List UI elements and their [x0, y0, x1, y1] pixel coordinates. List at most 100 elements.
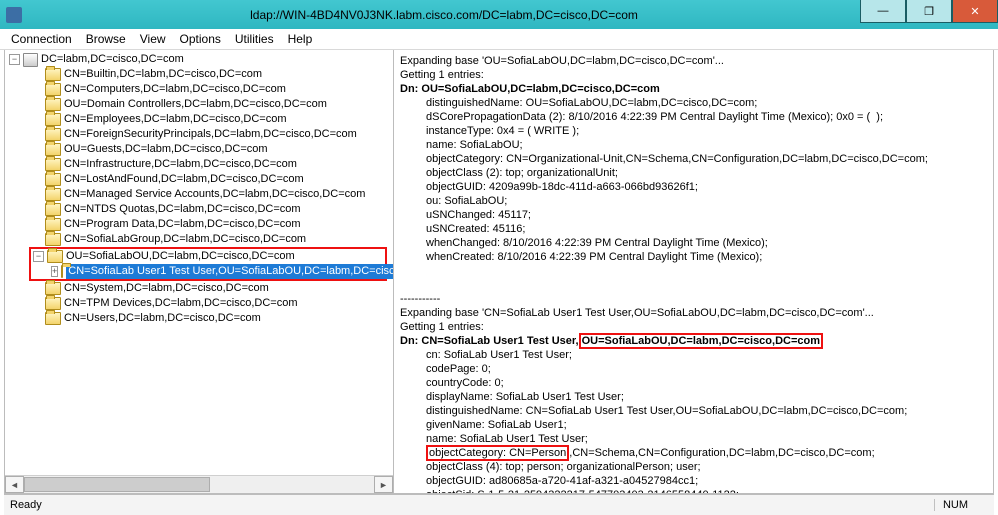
expand-icon[interactable]: + [51, 266, 58, 277]
tree-item[interactable]: CN=Employees,DC=labm,DC=cisco,DC=com [7, 112, 393, 127]
status-text: Ready [10, 499, 42, 511]
menu-options[interactable]: Options [173, 30, 228, 48]
attr-line: codePage: 0; [426, 362, 987, 376]
tree-label: CN=Employees,DC=labm,DC=cisco,DC=com [64, 112, 287, 127]
attr-line: objectClass (2): top; organizationalUnit… [426, 166, 987, 180]
folder-icon [45, 297, 61, 310]
attr-line: cn: SofiaLab User1 Test User; [426, 348, 987, 362]
attr-line: objectSid: S-1-5-21-2594322217-547703403… [426, 488, 987, 493]
tree-label: CN=NTDS Quotas,DC=labm,DC=cisco,DC=com [64, 202, 301, 217]
folder-icon [45, 83, 61, 96]
scroll-left-icon[interactable]: ◄ [5, 476, 24, 493]
tree-item[interactable]: CN=Builtin,DC=labm,DC=cisco,DC=com [7, 67, 393, 82]
tree-label: OU=SofiaLabOU,DC=labm,DC=cisco,DC=com [66, 249, 295, 264]
attr-line: name: SofiaLabOU; [426, 138, 987, 152]
objectcategory-highlight: objectCategory: CN=Person [426, 445, 569, 461]
tree-label: OU=Guests,DC=labm,DC=cisco,DC=com [64, 142, 268, 157]
statusbar: Ready NUM [4, 494, 994, 515]
details-pane[interactable]: Expanding base 'OU=SofiaLabOU,DC=labm,DC… [394, 50, 993, 493]
menu-utilities[interactable]: Utilities [228, 30, 281, 48]
attr-line: instanceType: 0x4 = ( WRITE ); [426, 124, 987, 138]
attr-line: countryCode: 0; [426, 376, 987, 390]
folder-icon [45, 203, 61, 216]
attr-line: objectCategory: CN=Organizational-Unit,C… [426, 152, 987, 166]
expand-line: Expanding base 'CN=SofiaLab User1 Test U… [400, 307, 874, 319]
menubar: Connection Browse View Options Utilities… [0, 29, 998, 50]
attr-line: objectClass (4): top; person; organizati… [426, 460, 987, 474]
attr-line: givenName: SofiaLab User1; [426, 418, 987, 432]
tree-item[interactable]: OU=Domain Controllers,DC=labm,DC=cisco,D… [7, 97, 393, 112]
tree-highlight-box: − OU=SofiaLabOU,DC=labm,DC=cisco,DC=com … [29, 247, 387, 281]
app-icon [6, 7, 22, 23]
attr-line: distinguishedName: CN=SofiaLab User1 Tes… [426, 404, 987, 418]
tree-item[interactable]: CN=Managed Service Accounts,DC=labm,DC=c… [7, 187, 393, 202]
folder-icon [45, 173, 61, 186]
attr-line: dSCorePropagationData (2): 8/10/2016 4:2… [426, 110, 987, 124]
scroll-track[interactable] [24, 477, 374, 492]
tree-label: CN=Users,DC=labm,DC=cisco,DC=com [64, 311, 261, 326]
tree-label: CN=Managed Service Accounts,DC=labm,DC=c… [64, 187, 365, 202]
folder-icon [45, 158, 61, 171]
attr-line: displayName: SofiaLab User1 Test User; [426, 390, 987, 404]
separator: ----------- [400, 293, 440, 305]
folder-icon [61, 265, 63, 278]
attr-line: ou: SofiaLabOU; [426, 194, 987, 208]
folder-icon [45, 188, 61, 201]
folder-icon [47, 250, 63, 263]
menu-view[interactable]: View [133, 30, 173, 48]
tree-root[interactable]: − DC=labm,DC=cisco,DC=com [7, 52, 393, 67]
attr-line: whenChanged: 8/10/2016 4:22:39 PM Centra… [426, 236, 987, 250]
minimize-button[interactable]: — [860, 0, 906, 23]
attr-line: objectGUID: ad80685a-a720-41af-a321-a045… [426, 474, 987, 488]
folder-icon [45, 98, 61, 111]
tree-label: CN=SofiaLab User1 Test User,OU=SofiaLabO… [66, 264, 393, 279]
tree-label: CN=Infrastructure,DC=labm,DC=cisco,DC=co… [64, 157, 297, 172]
tree-label: CN=ForeignSecurityPrincipals,DC=labm,DC=… [64, 127, 357, 142]
menu-help[interactable]: Help [281, 30, 320, 48]
tree-item[interactable]: OU=Guests,DC=labm,DC=cisco,DC=com [7, 142, 393, 157]
tree-item[interactable]: CN=NTDS Quotas,DC=labm,DC=cisco,DC=com [7, 202, 393, 217]
tree-label: OU=Domain Controllers,DC=labm,DC=cisco,D… [64, 97, 327, 112]
tree-item[interactable]: CN=SofiaLabGroup,DC=labm,DC=cisco,DC=com [7, 232, 393, 247]
collapse-icon[interactable]: − [33, 251, 44, 262]
attr-line: objectGUID: 4209a99b-18dc-411d-a663-066b… [426, 180, 987, 194]
close-button[interactable]: ✕ [952, 0, 998, 23]
folder-icon [45, 233, 61, 246]
tree-item[interactable]: CN=Infrastructure,DC=labm,DC=cisco,DC=co… [7, 157, 393, 172]
attr-line: uSNCreated: 45116; [426, 222, 987, 236]
tree-item[interactable]: CN=Computers,DC=labm,DC=cisco,DC=com [7, 82, 393, 97]
tree-item[interactable]: CN=Users,DC=labm,DC=cisco,DC=com [7, 311, 393, 326]
folder-icon [45, 282, 61, 295]
tree-item-selected-user[interactable]: + CN=SofiaLab User1 Test User,OU=SofiaLa… [31, 264, 385, 279]
tree-item-sofialabou[interactable]: − OU=SofiaLabOU,DC=labm,DC=cisco,DC=com [31, 249, 385, 264]
tree-item[interactable]: CN=System,DC=labm,DC=cisco,DC=com [7, 281, 393, 296]
root-icon [23, 53, 38, 67]
tree-label: CN=SofiaLabGroup,DC=labm,DC=cisco,DC=com [64, 232, 306, 247]
scroll-right-icon[interactable]: ► [374, 476, 393, 493]
collapse-icon[interactable]: − [9, 54, 20, 65]
tree-label: CN=TPM Devices,DC=labm,DC=cisco,DC=com [64, 296, 298, 311]
menu-connection[interactable]: Connection [4, 30, 79, 48]
tree-item[interactable]: CN=Program Data,DC=labm,DC=cisco,DC=com [7, 217, 393, 232]
tree-item[interactable]: CN=LostAndFound,DC=labm,DC=cisco,DC=com [7, 172, 393, 187]
folder-icon [45, 128, 61, 141]
tree-item[interactable]: CN=ForeignSecurityPrincipals,DC=labm,DC=… [7, 127, 393, 142]
folder-icon [45, 218, 61, 231]
attr-objectcategory: objectCategory: CN=Person,CN=Schema,CN=C… [426, 446, 987, 460]
body: − DC=labm,DC=cisco,DC=com CN=Builtin,DC=… [4, 50, 994, 494]
tree-pane: − DC=labm,DC=cisco,DC=com CN=Builtin,DC=… [5, 50, 394, 493]
tree-hscrollbar[interactable]: ◄ ► [5, 475, 393, 493]
maximize-button[interactable]: ❐ [906, 0, 952, 23]
attr-line: uSNChanged: 45117; [426, 208, 987, 222]
tree-label: CN=LostAndFound,DC=labm,DC=cisco,DC=com [64, 172, 304, 187]
menu-browse[interactable]: Browse [79, 30, 133, 48]
tree-label: DC=labm,DC=cisco,DC=com [41, 52, 184, 67]
dn-line: Dn: OU=SofiaLabOU,DC=labm,DC=cisco,DC=co… [400, 83, 660, 95]
tree[interactable]: − DC=labm,DC=cisco,DC=com CN=Builtin,DC=… [5, 50, 393, 475]
scroll-thumb[interactable] [24, 477, 210, 492]
titlebar: ldap://WIN-4BD4NV0J3NK.labm.cisco.com/DC… [0, 0, 998, 29]
tree-label: CN=Computers,DC=labm,DC=cisco,DC=com [64, 82, 286, 97]
tree-item[interactable]: CN=TPM Devices,DC=labm,DC=cisco,DC=com [7, 296, 393, 311]
dn-highlight: OU=SofiaLabOU,DC=labm,DC=cisco,DC=com [579, 333, 823, 349]
folder-icon [45, 68, 61, 81]
